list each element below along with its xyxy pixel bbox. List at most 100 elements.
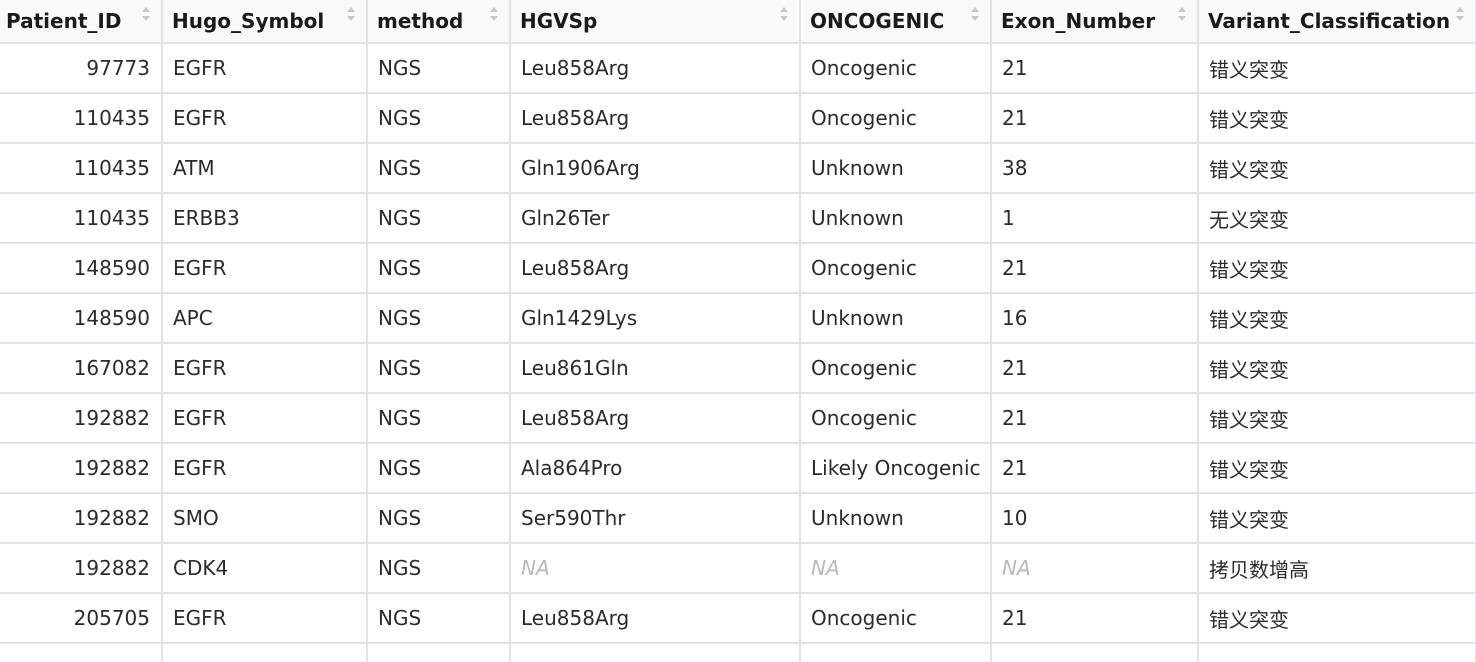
cell-empty	[1198, 643, 1476, 662]
column-header-hugo-symbol[interactable]: Hugo_Symbol	[162, 0, 368, 44]
cell-method: NGS	[367, 43, 511, 94]
table-row: 110435 ERBB3 NGS Gln26Ter Unknown 1 无义突变	[0, 193, 1476, 244]
cell-empty	[991, 643, 1199, 662]
column-header-patient-id[interactable]: Patient_ID	[0, 0, 163, 44]
cell-patient-id: 205705	[0, 593, 163, 644]
table-row: 97773 EGFR NGS Leu858Arg Oncogenic 21 错义…	[0, 43, 1476, 94]
cell-hugo-symbol: EGFR	[162, 393, 368, 444]
cell-hgvsp: Leu858Arg	[510, 243, 801, 294]
cell-variant-classification: 错义突变	[1198, 343, 1476, 394]
cell-patient-id: 167082	[0, 343, 163, 394]
column-header-label: HGVSp	[520, 9, 598, 33]
cell-variant-classification: 错义突变	[1198, 393, 1476, 444]
cell-hugo-symbol: EGFR	[162, 443, 368, 494]
cell-empty	[367, 643, 511, 662]
cell-exon-number: 38	[991, 143, 1199, 194]
cell-exon-number: NA	[991, 543, 1199, 594]
cell-patient-id: 192882	[0, 493, 163, 544]
cell-empty	[0, 643, 163, 662]
column-header-variant-classification[interactable]: Variant_Classification	[1198, 0, 1476, 44]
column-header-method[interactable]: method	[367, 0, 511, 44]
table-row: 110435 EGFR NGS Leu858Arg Oncogenic 21 错…	[0, 93, 1476, 144]
cell-patient-id: 148590	[0, 243, 163, 294]
table-row: 167082 EGFR NGS Leu861Gln Oncogenic 21 错…	[0, 343, 1476, 394]
column-header-exon-number[interactable]: Exon_Number	[991, 0, 1199, 44]
table-row: 205705 EGFR NGS Leu858Arg Oncogenic 21 错…	[0, 593, 1476, 644]
column-header-hgvsp[interactable]: HGVSp	[510, 0, 801, 44]
header-row: Patient_ID Hugo_Symbol method HGVSp ONCO…	[0, 0, 1476, 44]
cell-oncogenic: Oncogenic	[800, 243, 992, 294]
table-row: 148590 EGFR NGS Leu858Arg Oncogenic 21 错…	[0, 243, 1476, 294]
table-row: 192882 EGFR NGS Leu858Arg Oncogenic 21 错…	[0, 393, 1476, 444]
sort-arrows-icon[interactable]	[345, 4, 357, 24]
cell-method: NGS	[367, 593, 511, 644]
cell-method: NGS	[367, 193, 511, 244]
cell-empty	[800, 643, 992, 662]
cell-patient-id: 192882	[0, 393, 163, 444]
cell-method: NGS	[367, 243, 511, 294]
cell-oncogenic: Oncogenic	[800, 43, 992, 94]
cell-hugo-symbol: APC	[162, 293, 368, 344]
cell-hugo-symbol: EGFR	[162, 343, 368, 394]
cell-hgvsp: NA	[510, 543, 801, 594]
cell-exon-number: 21	[991, 443, 1199, 494]
cell-hgvsp: Ala864Pro	[510, 443, 801, 494]
cell-variant-classification: 错义突变	[1198, 443, 1476, 494]
cell-variant-classification: 错义突变	[1198, 43, 1476, 94]
cell-hgvsp: Leu858Arg	[510, 393, 801, 444]
cell-patient-id: 97773	[0, 43, 163, 94]
cell-hgvsp: Gln26Ter	[510, 193, 801, 244]
column-header-oncogenic[interactable]: ONCOGENIC	[800, 0, 992, 44]
cell-oncogenic: Oncogenic	[800, 593, 992, 644]
cell-method: NGS	[367, 443, 511, 494]
column-header-label: Hugo_Symbol	[172, 9, 325, 33]
cell-exon-number: 21	[991, 393, 1199, 444]
cell-variant-classification: 错义突变	[1198, 593, 1476, 644]
table-row-partial	[0, 643, 1476, 662]
data-table: Patient_ID Hugo_Symbol method HGVSp ONCO…	[0, 0, 1476, 662]
data-viewer-grid: Patient_ID Hugo_Symbol method HGVSp ONCO…	[0, 0, 1476, 662]
column-header-label: ONCOGENIC	[810, 9, 945, 33]
cell-exon-number: 21	[991, 93, 1199, 144]
cell-oncogenic: Likely Oncogenic	[800, 443, 992, 494]
cell-exon-number: 10	[991, 493, 1199, 544]
sort-arrows-icon[interactable]	[778, 4, 790, 24]
sort-arrows-icon[interactable]	[488, 4, 500, 24]
cell-patient-id: 192882	[0, 543, 163, 594]
table-row: 192882 CDK4 NGS NA NA NA 拷贝数增高	[0, 543, 1476, 594]
cell-method: NGS	[367, 393, 511, 444]
sort-arrows-icon[interactable]	[969, 4, 981, 24]
cell-variant-classification: 拷贝数增高	[1198, 543, 1476, 594]
cell-variant-classification: 错义突变	[1198, 93, 1476, 144]
cell-hgvsp: Leu858Arg	[510, 93, 801, 144]
table-row: 110435 ATM NGS Gln1906Arg Unknown 38 错义突…	[0, 143, 1476, 194]
cell-oncogenic: Unknown	[800, 193, 992, 244]
cell-hgvsp: Leu858Arg	[510, 593, 801, 644]
cell-method: NGS	[367, 293, 511, 344]
cell-variant-classification: 错义突变	[1198, 293, 1476, 344]
column-header-label: Patient_ID	[6, 9, 122, 33]
cell-patient-id: 110435	[0, 143, 163, 194]
cell-hugo-symbol: EGFR	[162, 243, 368, 294]
sort-arrows-icon[interactable]	[140, 4, 152, 24]
cell-hgvsp: Leu858Arg	[510, 43, 801, 94]
table-row: 148590 APC NGS Gln1429Lys Unknown 16 错义突…	[0, 293, 1476, 344]
cell-oncogenic: Oncogenic	[800, 93, 992, 144]
column-header-label: Exon_Number	[1001, 9, 1156, 33]
table-row: 192882 EGFR NGS Ala864Pro Likely Oncogen…	[0, 443, 1476, 494]
cell-exon-number: 21	[991, 43, 1199, 94]
cell-variant-classification: 错义突变	[1198, 493, 1476, 544]
table-body: 97773 EGFR NGS Leu858Arg Oncogenic 21 错义…	[0, 43, 1476, 662]
cell-oncogenic: Oncogenic	[800, 393, 992, 444]
cell-method: NGS	[367, 543, 511, 594]
sort-arrows-icon[interactable]	[1454, 4, 1466, 24]
cell-hgvsp: Gln1429Lys	[510, 293, 801, 344]
column-header-label: Variant_Classification	[1208, 9, 1451, 33]
cell-patient-id: 192882	[0, 443, 163, 494]
cell-exon-number: 16	[991, 293, 1199, 344]
cell-hugo-symbol: CDK4	[162, 543, 368, 594]
sort-arrows-icon[interactable]	[1176, 4, 1188, 24]
cell-patient-id: 148590	[0, 293, 163, 344]
cell-hgvsp: Leu861Gln	[510, 343, 801, 394]
cell-empty	[162, 643, 368, 662]
